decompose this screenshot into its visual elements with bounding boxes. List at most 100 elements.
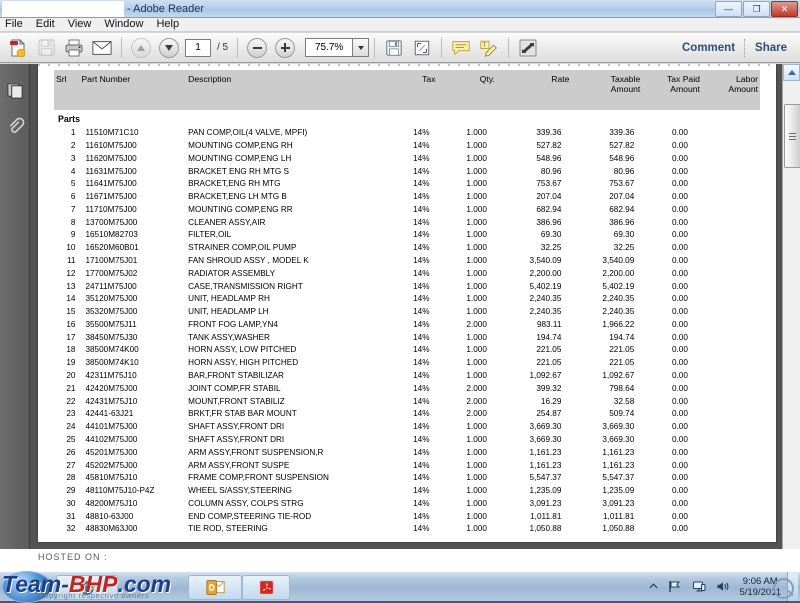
cell-desc: BRACKET,ENG LH MTG B — [188, 192, 287, 202]
cell-qty: 1.000 — [466, 281, 487, 291]
table-row: 8 13700M75J00 CLEANER ASSY,AIR 14% 1.000 386.… — [54, 216, 760, 229]
cell-taxpaid: 0.00 — [671, 319, 688, 329]
table-row: 32 48830M63J00 TIE ROD, STEERING 14% 1.000 1,… — [54, 523, 760, 536]
cell-taxable: 5,547.37 — [602, 473, 635, 483]
cell-labor — [702, 165, 760, 178]
cell-desc: SHAFT ASSY,FRONT DRI — [188, 434, 285, 444]
column-header-taxpaid-line2: Amount — [670, 84, 700, 94]
cell-labor — [702, 229, 760, 242]
email-icon[interactable] — [89, 36, 115, 60]
table-row: 10 16520M60B01 STRAINER COMP,OIL PUMP 14% 1.… — [54, 242, 760, 255]
toolbar-separator-2 — [237, 37, 239, 58]
scroll-thumb[interactable] — [784, 104, 800, 168]
cell-labor — [702, 152, 760, 165]
zoom-in-icon[interactable] — [272, 36, 298, 60]
document-pane[interactable]: Srl Part Number Description Tax Qty. Rat… — [31, 64, 783, 549]
outlook-taskbar-button[interactable] — [188, 575, 242, 600]
table-row: 22 42431M75J10 MOUNT,FRONT STABILIZ 14% 2.00… — [54, 395, 760, 408]
cell-srl: 3 — [70, 153, 76, 163]
table-row: 2 11610M75J00 MOUNTING COMP,ENG RH 14% 1.000… — [54, 139, 760, 152]
cell-labor — [702, 267, 760, 280]
print-icon[interactable] — [61, 36, 87, 60]
volume-icon[interactable] — [716, 580, 730, 593]
cell-labor — [702, 216, 760, 229]
cell-part: 38500M74K00 — [85, 345, 139, 355]
cell-part: 42420M75J00 — [85, 383, 138, 393]
column-header-taxable-line2: Amount — [610, 84, 641, 94]
zoom-dropdown-icon[interactable] — [352, 38, 370, 57]
cell-rate: 3,669.30 — [529, 434, 562, 444]
cell-taxable: 32.58 — [613, 396, 635, 406]
network-icon[interactable] — [692, 580, 706, 593]
save-snapshot-icon[interactable] — [381, 36, 407, 60]
cell-tax: 14% — [413, 307, 430, 317]
cell-taxable: 2,240.35 — [602, 307, 635, 317]
table-row: 13 24711M75J00 CASE,TRANSMISSION RIGHT 14% 1… — [54, 280, 760, 293]
menu-file[interactable]: File — [5, 19, 23, 30]
menu-view[interactable]: View — [68, 19, 92, 30]
read-mode-icon[interactable] — [515, 36, 541, 60]
page-number-input[interactable]: 1 — [185, 38, 211, 57]
menu-help[interactable]: Help — [156, 19, 179, 30]
next-page-icon[interactable] — [156, 36, 182, 60]
cell-qty: 1.000 — [466, 358, 487, 368]
cell-taxable: 798.64 — [609, 383, 635, 393]
cell-taxable: 207.04 — [609, 192, 635, 202]
cell-taxpaid: 0.00 — [671, 128, 688, 138]
show-hidden-icons[interactable] — [649, 582, 658, 591]
sticky-note-icon[interactable] — [448, 36, 474, 60]
action-flag-icon[interactable] — [668, 580, 682, 593]
cell-part: 11610M75J00 — [85, 140, 137, 150]
scroll-up-button[interactable] — [783, 64, 800, 81]
start-button[interactable] — [2, 571, 52, 603]
column-header-tax-paid-amount: Tax Paid Amount — [642, 70, 702, 110]
cell-rate: 1,235.09 — [529, 486, 562, 496]
cell-taxable: 1,235.09 — [602, 486, 635, 496]
highlight-text-icon[interactable]: T — [476, 36, 502, 60]
attachments-icon[interactable] — [0, 108, 30, 144]
cell-rate: 386.96 — [536, 217, 562, 227]
table-row: 26 45201M75J00 ARM ASSY,FRONT SUSPENSION,R… — [54, 446, 760, 459]
previous-page-icon[interactable] — [128, 36, 154, 60]
cell-rate: 221.05 — [536, 345, 562, 355]
menu-edit[interactable]: Edit — [36, 19, 55, 30]
cell-qty: 1.000 — [466, 153, 487, 163]
cell-labor — [702, 357, 760, 370]
title-bar: - Adobe Reader — ❐ ✕ — [0, 0, 800, 18]
table-header-row: Srl Part Number Description Tax Qty. Rat… — [54, 70, 760, 110]
cell-rate: 254.87 — [536, 409, 562, 419]
cell-srl: 32 — [66, 524, 76, 534]
cell-qty: 1.000 — [466, 345, 487, 355]
cell-qty: 1.000 — [466, 179, 487, 189]
cell-qty: 1.000 — [466, 498, 487, 508]
cell-rate: 1,092.67 — [529, 371, 562, 381]
adobe-reader-taskbar-button[interactable] — [242, 575, 290, 600]
cell-taxable: 80.96 — [613, 166, 635, 176]
cell-tax: 14% — [413, 243, 430, 253]
minimize-button[interactable]: — — [715, 1, 742, 17]
share-button[interactable]: Share — [755, 42, 787, 54]
maximize-restore-button[interactable]: ❐ — [743, 1, 770, 17]
cell-tax: 14% — [413, 345, 430, 355]
fit-page-icon[interactable] — [409, 36, 435, 60]
page-thumbnails-icon[interactable] — [0, 72, 30, 108]
cell-tax: 14% — [413, 511, 430, 521]
menu-window[interactable]: Window — [104, 19, 143, 30]
cell-desc: COLUMN ASSY, COLPS STRG — [188, 498, 304, 508]
zoom-out-icon[interactable] — [244, 36, 270, 60]
cell-labor — [702, 331, 760, 344]
cell-qty: 2.000 — [466, 396, 487, 406]
table-row: 15 35320M75J00 UNIT, HEADLAMP LH 14% 1.000 2,… — [54, 306, 760, 319]
create-pdf-icon[interactable] — [5, 36, 31, 60]
vertical-scrollbar[interactable] — [782, 64, 800, 549]
internet-explorer-taskbar-button[interactable] — [56, 575, 118, 600]
cell-labor — [702, 203, 760, 216]
close-button[interactable]: ✕ — [771, 1, 798, 17]
cell-part: 48110M75J10-P4Z — [85, 486, 155, 496]
table-row: 21 42420M75J00 JOINT COMP,FR STABIL 14% 2.00… — [54, 382, 760, 395]
cell-tax: 14% — [413, 281, 430, 291]
save-icon[interactable] — [33, 36, 59, 60]
comment-button[interactable]: Comment — [682, 42, 735, 54]
cell-rate: 1,161.23 — [529, 447, 562, 457]
zoom-level-input[interactable]: 75.7% — [305, 38, 353, 57]
